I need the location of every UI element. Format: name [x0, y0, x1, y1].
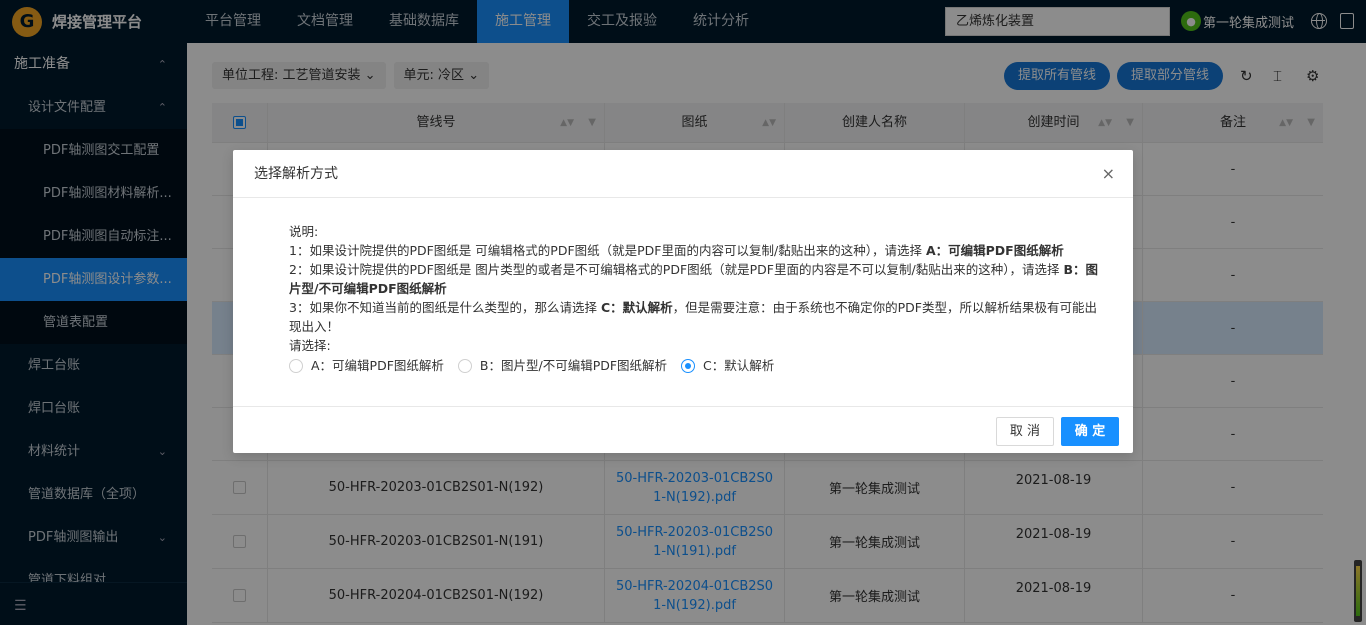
- radio-option-default[interactable]: C：默认解析: [681, 356, 774, 375]
- description-label: 说明:: [289, 224, 319, 239]
- radio-option-image[interactable]: B：图片型/不可编辑PDF图纸解析: [457, 356, 668, 375]
- description-text: 3：如果你不知道当前的图纸是什么类型的，那么请选择: [289, 300, 601, 315]
- confirm-button[interactable]: 确 定: [1061, 417, 1119, 446]
- parse-mode-radio-group: A：可编辑PDF图纸解析 B：图片型/不可编辑PDF图纸解析 C：默认解析: [289, 356, 1103, 375]
- description-line-1: 1：如果设计院提供的PDF图纸是 可编辑格式的PDF图纸（就是PDF里面的内容可…: [289, 241, 1103, 260]
- radio-option-editable[interactable]: A：可编辑PDF图纸解析: [289, 356, 444, 375]
- dialog-body: 说明: 1：如果设计院提供的PDF图纸是 可编辑格式的PDF图纸（就是PDF里面…: [233, 198, 1133, 406]
- radio-label: A：可编辑PDF图纸解析: [311, 358, 444, 373]
- parse-mode-dialog: 选择解析方式 × 说明: 1：如果设计院提供的PDF图纸是 可编辑格式的PDF图…: [233, 150, 1133, 453]
- radio-button[interactable]: [289, 358, 303, 373]
- description-option: C：默认解析: [600, 300, 673, 315]
- description-line-2: 2：如果设计院提供的PDF图纸是 图片类型的或者是不可编辑格式的PDF图纸（就是…: [289, 260, 1103, 298]
- description-text: 2：如果设计院提供的PDF图纸是 图片类型的或者是不可编辑格式的PDF图纸（就是…: [289, 262, 1064, 277]
- description-option: A：可编辑PDF图纸解析: [925, 243, 1064, 258]
- description-line-3: 3：如果你不知道当前的图纸是什么类型的，那么请选择 C：默认解析，但是需要注意：…: [289, 298, 1103, 336]
- radio-button[interactable]: [681, 358, 696, 373]
- radio-button[interactable]: [457, 358, 472, 373]
- description-text: 1：如果设计院提供的PDF图纸是 可编辑格式的PDF图纸（就是PDF里面的内容可…: [289, 243, 926, 258]
- close-icon[interactable]: ×: [1102, 150, 1115, 198]
- dialog-header: 选择解析方式 ×: [233, 150, 1133, 198]
- radio-label: B：图片型/不可编辑PDF图纸解析: [479, 358, 668, 373]
- cancel-button[interactable]: 取 消: [996, 417, 1054, 446]
- radio-label: C：默认解析: [703, 358, 775, 373]
- choose-label: 请选择:: [289, 338, 331, 353]
- dialog-footer: 取 消 确 定: [233, 406, 1133, 453]
- dialog-title: 选择解析方式: [254, 166, 338, 182]
